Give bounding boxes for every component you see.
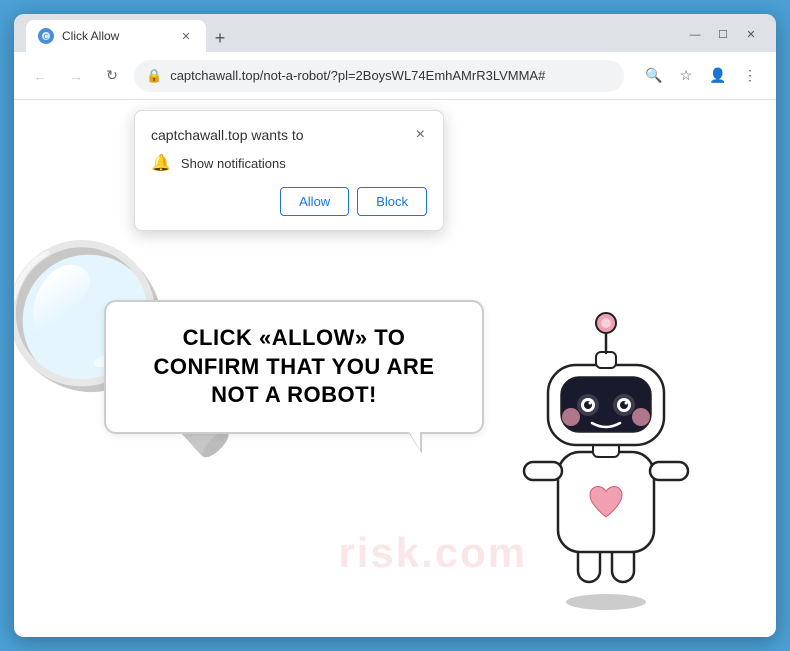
tab-close-button[interactable]: ✕ xyxy=(178,28,194,44)
address-bar: ← → ↻ 🔒 captchawall.top/not-a-robot/?pl=… xyxy=(14,52,776,100)
window-controls xyxy=(682,20,764,46)
lock-icon: 🔒 xyxy=(146,68,162,84)
notification-label: Show notifications xyxy=(181,156,286,171)
profile-button[interactable]: 👤 xyxy=(704,62,732,90)
close-icon xyxy=(746,26,755,41)
popup-title: captchawall.top wants to xyxy=(151,127,304,143)
block-button[interactable]: Block xyxy=(357,187,427,216)
address-actions: 🔍 ☆ 👤 ⋮ xyxy=(640,62,764,90)
popup-header: captchawall.top wants to × xyxy=(151,127,427,143)
address-text: captchawall.top/not-a-robot/?pl=2BoysWL7… xyxy=(170,68,612,83)
close-button[interactable] xyxy=(738,20,764,46)
popup-buttons: Allow Block xyxy=(151,187,427,216)
speech-bubble: CLICK «ALLOW» TO CONFIRM THAT YOU ARE NO… xyxy=(104,300,484,434)
reload-button[interactable]: ↻ xyxy=(98,62,126,90)
search-button[interactable]: 🔍 xyxy=(640,62,668,90)
robot-illustration xyxy=(496,297,716,617)
notification-popup: captchawall.top wants to × 🔔 Show notifi… xyxy=(134,110,444,231)
browser-window: C Click Allow ✕ + ← → ↻ 🔒 captchawall. xyxy=(14,14,776,637)
speech-bubble-text: CLICK «ALLOW» TO CONFIRM THAT YOU ARE NO… xyxy=(154,325,435,407)
page-content: 🔍 risk.com captchawall.top wants to × 🔔 … xyxy=(14,100,776,637)
title-bar: C Click Allow ✕ + xyxy=(14,14,776,52)
new-tab-button[interactable]: + xyxy=(206,24,234,52)
bookmark-button[interactable]: ☆ xyxy=(672,62,700,90)
minimize-button[interactable] xyxy=(682,20,708,46)
maximize-icon xyxy=(718,26,728,41)
tab-favicon: C xyxy=(38,28,54,44)
menu-button[interactable]: ⋮ xyxy=(736,62,764,90)
svg-text:C: C xyxy=(43,34,48,41)
maximize-button[interactable] xyxy=(710,20,736,46)
popup-notification-row: 🔔 Show notifications xyxy=(151,153,427,173)
active-tab[interactable]: C Click Allow ✕ xyxy=(26,20,206,52)
tab-strip: C Click Allow ✕ + xyxy=(26,14,674,52)
bell-icon: 🔔 xyxy=(151,153,171,173)
back-button[interactable]: ← xyxy=(26,62,54,90)
robot-svg xyxy=(496,297,716,617)
tab-title: Click Allow xyxy=(62,29,170,43)
speech-bubble-wrap: CLICK «ALLOW» TO CONFIRM THAT YOU ARE NO… xyxy=(104,300,484,434)
address-input-wrap[interactable]: 🔒 captchawall.top/not-a-robot/?pl=2BoysW… xyxy=(134,60,624,92)
allow-button[interactable]: Allow xyxy=(280,187,349,216)
minimize-icon xyxy=(690,26,701,41)
forward-button[interactable]: → xyxy=(62,62,90,90)
popup-close-button[interactable]: × xyxy=(414,127,427,143)
